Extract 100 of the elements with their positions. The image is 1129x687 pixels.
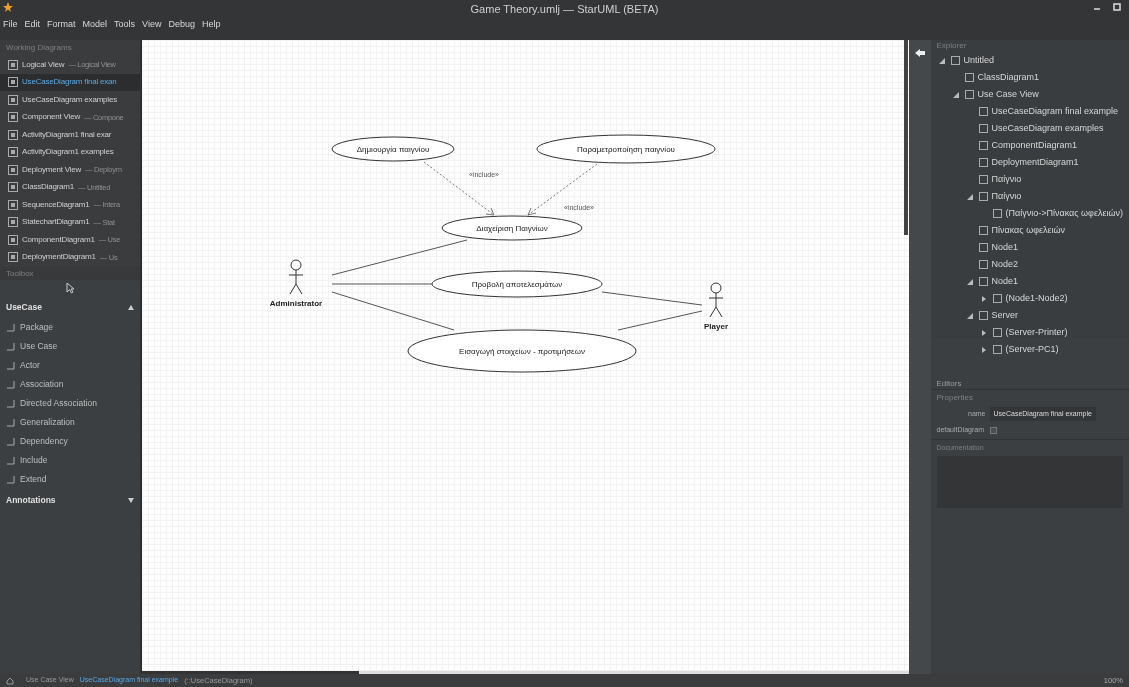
tool-icon xyxy=(6,475,15,484)
diagram-icon xyxy=(8,252,18,263)
diagram-name: Logical View xyxy=(22,58,65,71)
tree-item[interactable]: ComponentDiagram1 xyxy=(991,138,1078,153)
tool-item[interactable]: Use Case xyxy=(20,340,58,353)
panel-title: Properties xyxy=(935,392,974,404)
diagram-name: Component View xyxy=(22,111,80,124)
maximize-icon[interactable] xyxy=(1113,3,1121,11)
diagram-list-item[interactable]: ActivityDiagram1 examples xyxy=(0,143,140,161)
tree-item[interactable]: (Server-PC1) xyxy=(1005,342,1059,357)
tool-item[interactable]: Extend xyxy=(20,473,47,486)
collapse-arrow-icon[interactable] xyxy=(127,304,134,310)
actor-figure xyxy=(288,259,304,295)
diagram-icon xyxy=(8,217,18,228)
menu-item[interactable]: Tools xyxy=(114,18,136,32)
expanded-caret-icon[interactable] xyxy=(966,278,975,285)
menu-item[interactable]: View xyxy=(142,18,162,32)
menu-item[interactable]: Format xyxy=(47,18,76,32)
tree-item[interactable]: Παίγνιο xyxy=(991,189,1022,204)
use-case-ellipse[interactable] xyxy=(441,215,583,241)
tree-item[interactable]: Node2 xyxy=(991,257,1019,272)
diagram-list-item[interactable]: UseCaseDiagram final exan xyxy=(0,73,140,91)
diagram-icon xyxy=(8,234,18,245)
expand-arrow-icon[interactable] xyxy=(127,497,134,503)
horizontal-scrollbar[interactable] xyxy=(141,671,359,674)
menu-item[interactable]: Help xyxy=(201,18,221,32)
diagram-icon xyxy=(8,164,18,175)
tool-item[interactable]: Include xyxy=(20,454,48,467)
tree-item[interactable]: Node1 xyxy=(991,240,1019,255)
diagram-icon xyxy=(8,94,18,105)
diagram-name: ActivityDiagram1 examples xyxy=(22,146,114,159)
expanded-caret-icon[interactable] xyxy=(966,312,975,319)
actor-name: Player xyxy=(703,322,728,331)
tool-icon xyxy=(6,456,15,465)
vertical-scrollbar[interactable] xyxy=(903,40,908,235)
app-logo-icon xyxy=(3,2,13,12)
tree-item[interactable]: Server xyxy=(991,308,1018,323)
use-case-ellipse[interactable] xyxy=(331,136,455,162)
diagram-icon xyxy=(8,147,18,158)
diagram-name: DeploymentDiagram1 xyxy=(22,251,96,264)
tool-icon xyxy=(6,323,15,332)
use-case-label: Εισαγωγή στοιχείων - προτιμήσεων xyxy=(458,347,585,356)
tree-item[interactable]: UseCaseDiagram examples xyxy=(991,121,1104,136)
tree-item[interactable]: Use Case View xyxy=(977,87,1039,102)
tree-item[interactable]: Παίγνιο xyxy=(991,172,1022,187)
expanded-caret-icon[interactable] xyxy=(952,91,961,98)
panel-title: Editors xyxy=(930,378,1129,390)
tree-item[interactable]: DeploymentDiagram1 xyxy=(991,155,1079,170)
diagram-name: UseCaseDiagram final exan xyxy=(22,76,117,89)
use-case-label: Δημιουργία παιγνίου xyxy=(356,145,429,154)
diagram-name: ClassDiagram1 xyxy=(22,181,75,194)
tree-item[interactable]: Node1 xyxy=(991,274,1019,289)
use-case-ellipse[interactable] xyxy=(407,329,637,373)
diagram-icon xyxy=(8,77,18,88)
checkbox[interactable] xyxy=(989,427,997,434)
tool-icon xyxy=(6,380,15,389)
toolbox-group[interactable]: Annotations xyxy=(6,493,56,507)
pointer-icon[interactable] xyxy=(64,282,75,294)
tool-item[interactable]: Association xyxy=(20,378,64,391)
include-arrow xyxy=(527,163,598,216)
menu-item[interactable]: File xyxy=(3,18,18,32)
actor-figure xyxy=(708,282,724,318)
diagram-icon xyxy=(8,112,18,123)
use-case-ellipse[interactable] xyxy=(536,134,716,164)
tool-item[interactable]: Generalization xyxy=(20,416,75,429)
diagram-name: StatechartDiagram1 xyxy=(22,216,90,229)
menu-item[interactable]: Model xyxy=(82,18,108,32)
expanded-caret-icon[interactable] xyxy=(938,57,947,64)
panel-toggle-icon[interactable] xyxy=(914,48,925,58)
tree-item[interactable]: ClassDiagram1 xyxy=(977,70,1040,85)
diagram-name: ActivityDiagram1 final exar xyxy=(22,128,112,141)
actor-name: Administrator xyxy=(269,299,322,308)
expanded-caret-icon[interactable] xyxy=(966,193,975,200)
tool-icon xyxy=(6,361,15,370)
tool-icon xyxy=(6,342,15,351)
tool-item[interactable]: Actor xyxy=(20,359,40,372)
diagram-name: ComponentDiagram1 xyxy=(22,233,95,246)
toolbox-group[interactable]: UseCase xyxy=(6,300,42,314)
diagram-icon xyxy=(8,129,18,140)
tree-item[interactable]: Πίνακας ωφελειών xyxy=(991,223,1066,238)
diagram-icon xyxy=(8,182,18,193)
home-icon[interactable] xyxy=(6,676,14,685)
tool-icon xyxy=(6,399,15,408)
tree-item[interactable]: (Node1-Node2) xyxy=(1005,291,1068,306)
diagram-icon xyxy=(8,199,18,210)
diagram-list-item[interactable]: ActivityDiagram1 final exar xyxy=(0,126,140,144)
tree-item[interactable]: (Server-Printer) xyxy=(1005,325,1068,340)
tool-item[interactable]: Package xyxy=(20,321,54,334)
use-case-label: Παραμετροποίηση παιγνίου xyxy=(576,145,675,154)
use-case-ellipse[interactable] xyxy=(431,270,603,298)
menu-item[interactable]: Debug xyxy=(168,18,195,32)
tool-item[interactable]: Directed Association xyxy=(20,397,97,410)
use-case-label: Διαχείριση Παιγνίων xyxy=(475,224,548,233)
tree-item[interactable]: UseCaseDiagram final example xyxy=(991,104,1119,119)
tree-item[interactable]: (Παίγνιο->Πίνακας ωφελειών) xyxy=(1005,206,1123,221)
tree-item[interactable]: Untitled xyxy=(963,53,994,68)
diagram-list-item[interactable]: UseCaseDiagram examples xyxy=(0,91,140,109)
diagram-icon xyxy=(8,59,18,70)
tool-item[interactable]: Dependency xyxy=(20,435,68,448)
menu-item[interactable]: Edit xyxy=(24,18,41,32)
